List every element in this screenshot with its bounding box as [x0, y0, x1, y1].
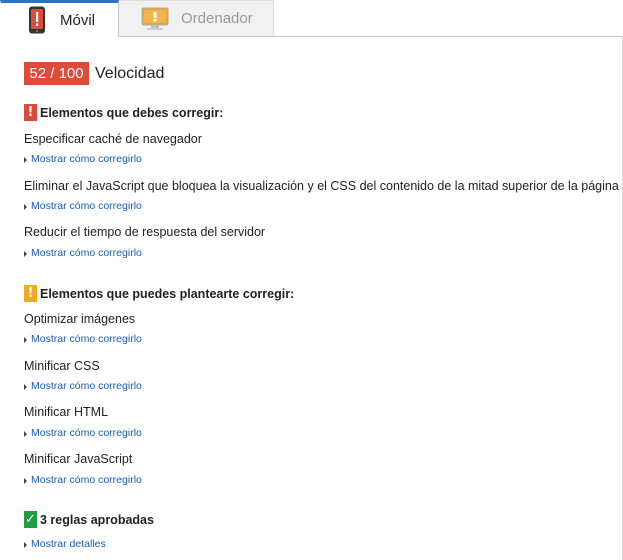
score-badge: 52 / 100 [24, 62, 89, 85]
show-fix-link-label: Mostrar cómo corregirlo [31, 474, 142, 486]
score-label: Velocidad [95, 64, 165, 82]
rule-title: Especificar caché de navegador [24, 132, 202, 146]
triangle-right-icon [24, 477, 27, 484]
triangle-right-icon [24, 336, 27, 343]
rule-title: Minificar CSS [24, 359, 100, 373]
show-fix-link[interactable]: Mostrar cómo corregirlo [24, 200, 142, 213]
triangle-right-icon [24, 250, 27, 257]
show-fix-link[interactable]: Mostrar cómo corregirlo [24, 153, 142, 166]
rule-title: Eliminar el JavaScript que bloquea la vi… [24, 179, 619, 193]
show-fix-link[interactable]: Mostrar cómo corregirlo [24, 247, 142, 260]
tab-mobile[interactable]: Móvil [0, 0, 119, 37]
triangle-right-icon [24, 383, 27, 390]
show-fix-link[interactable]: Mostrar cómo corregirlo [24, 333, 142, 346]
passed-rules-header: ✓ 3 reglas aprobadas [24, 511, 154, 528]
mobile-phone-icon [29, 6, 45, 34]
consider-fix-header: ! Elementos que puedes plantearte correg… [24, 285, 294, 302]
rule-title: Minificar HTML [24, 405, 109, 419]
show-fix-link-label: Mostrar cómo corregirlo [31, 200, 142, 212]
tab-mobile-label: Móvil [60, 11, 96, 29]
rule-title: Optimizar imágenes [24, 312, 136, 326]
show-fix-link-label: Mostrar cómo corregirlo [31, 247, 142, 259]
show-fix-link[interactable]: Mostrar cómo corregirlo [24, 380, 142, 393]
show-fix-link-label: Mostrar cómo corregirlo [31, 333, 142, 345]
checkmark-icon: ✓ [24, 511, 37, 528]
show-fix-link[interactable]: Mostrar cómo corregirlo [24, 474, 142, 487]
show-fix-link-label: Mostrar cómo corregirlo [31, 427, 142, 439]
exclamation-icon: ! [24, 285, 37, 302]
must-fix-title: Elementos que debes corregir: [40, 105, 224, 120]
show-fix-link-label: Mostrar cómo corregirlo [31, 153, 142, 165]
device-tab-bar: Móvil Ordenador [0, 0, 623, 37]
tab-desktop[interactable]: Ordenador [119, 0, 274, 36]
passed-rules-title: 3 reglas aprobadas [40, 512, 154, 527]
desktop-monitor-icon [141, 7, 169, 30]
triangle-right-icon [24, 430, 27, 437]
show-fix-link-label: Mostrar cómo corregirlo [31, 380, 142, 392]
triangle-right-icon [24, 541, 27, 548]
show-details-link-label: Mostrar detalles [31, 538, 106, 550]
consider-fix-title: Elementos que puedes plantearte corregir… [40, 286, 295, 301]
exclamation-icon: ! [24, 104, 37, 121]
triangle-right-icon [24, 203, 27, 210]
tab-desktop-label: Ordenador [181, 10, 253, 27]
speed-score: 52 / 100 Velocidad [24, 62, 164, 85]
rule-title: Reducir el tiempo de respuesta del servi… [24, 225, 266, 239]
show-fix-link[interactable]: Mostrar cómo corregirlo [24, 427, 142, 440]
show-details-link[interactable]: Mostrar detalles [24, 538, 106, 551]
triangle-right-icon [24, 156, 27, 163]
must-fix-header: ! Elementos que debes corregir: [24, 104, 223, 121]
rule-title: Minificar JavaScript [24, 452, 133, 466]
